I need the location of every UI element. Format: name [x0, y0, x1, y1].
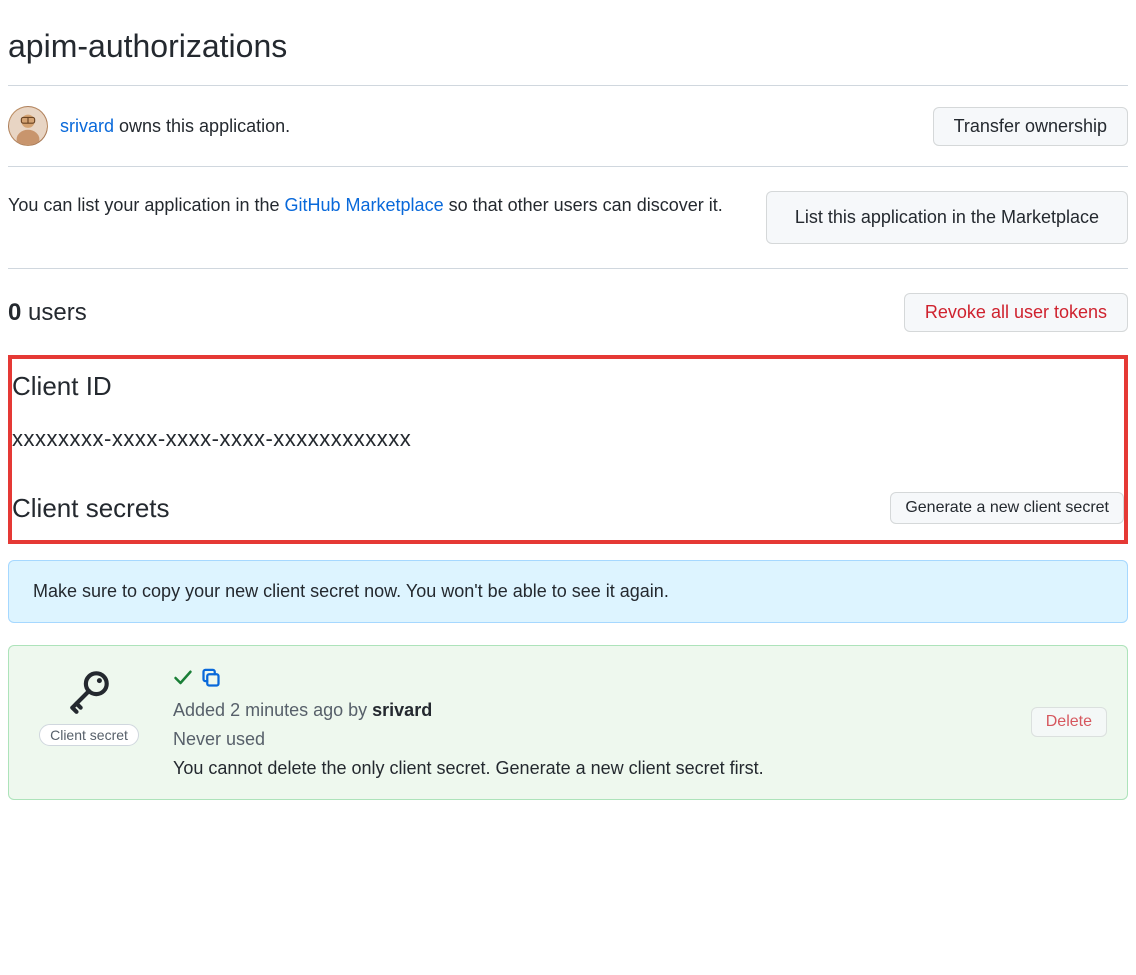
- check-icon: [173, 668, 193, 688]
- users-count-number: 0: [8, 299, 21, 326]
- marketplace-section: You can list your application in the Git…: [8, 167, 1128, 268]
- users-section: 0 users Revoke all user tokens: [8, 269, 1128, 356]
- client-id-value: xxxxxxxx-xxxx-xxxx-xxxx-xxxxxxxxxxxx: [12, 426, 1124, 452]
- users-count-label: users: [21, 299, 86, 326]
- marketplace-text-after: so that other users can discover it.: [444, 195, 723, 215]
- secret-added-time: 2 minutes ago: [230, 700, 343, 720]
- secret-added-by-text: by: [343, 700, 372, 720]
- delete-secret-button[interactable]: Delete: [1031, 707, 1107, 737]
- secret-added-prefix: Added: [173, 700, 230, 720]
- key-icon: [64, 666, 114, 716]
- copy-icon[interactable]: [201, 668, 221, 688]
- marketplace-text-before: You can list your application in the: [8, 195, 285, 215]
- users-count: 0 users: [8, 299, 87, 327]
- owner-text: srivard owns this application.: [60, 116, 290, 137]
- client-secrets-heading: Client secrets: [12, 493, 170, 524]
- client-id-heading: Client ID: [12, 371, 1124, 402]
- secret-body: Added 2 minutes ago by srivard Never use…: [173, 666, 1107, 779]
- copy-secret-alert: Make sure to copy your new client secret…: [8, 560, 1128, 623]
- secret-status-icons: [173, 668, 1107, 688]
- secret-added-line: Added 2 minutes ago by srivard: [173, 696, 1107, 725]
- avatar[interactable]: [8, 106, 48, 146]
- client-secret-card: Client secret Added 2 minutes ago by sri…: [8, 645, 1128, 800]
- client-secret-badge: Client secret: [39, 724, 139, 746]
- list-marketplace-button[interactable]: List this application in the Marketplace: [766, 191, 1128, 244]
- revoke-tokens-button[interactable]: Revoke all user tokens: [904, 293, 1128, 332]
- transfer-ownership-button[interactable]: Transfer ownership: [933, 107, 1128, 146]
- page-title: apim-authorizations: [8, 28, 1128, 65]
- secret-added-by-user: srivard: [372, 700, 432, 720]
- highlighted-credentials-box: Client ID xxxxxxxx-xxxx-xxxx-xxxx-xxxxxx…: [8, 355, 1128, 544]
- client-secrets-row: Client secrets Generate a new client sec…: [12, 492, 1124, 524]
- owner-owns-text: owns this application.: [114, 116, 290, 136]
- secret-never-used: Never used: [173, 725, 1107, 754]
- generate-client-secret-button[interactable]: Generate a new client secret: [890, 492, 1124, 524]
- secret-cannot-delete: You cannot delete the only client secret…: [173, 758, 1107, 779]
- secret-left: Client secret: [29, 666, 149, 746]
- marketplace-text: You can list your application in the Git…: [8, 191, 746, 220]
- marketplace-link[interactable]: GitHub Marketplace: [285, 195, 444, 215]
- owner-info: srivard owns this application.: [8, 106, 290, 146]
- owner-section: srivard owns this application. Transfer …: [8, 86, 1128, 166]
- owner-link[interactable]: srivard: [60, 116, 114, 136]
